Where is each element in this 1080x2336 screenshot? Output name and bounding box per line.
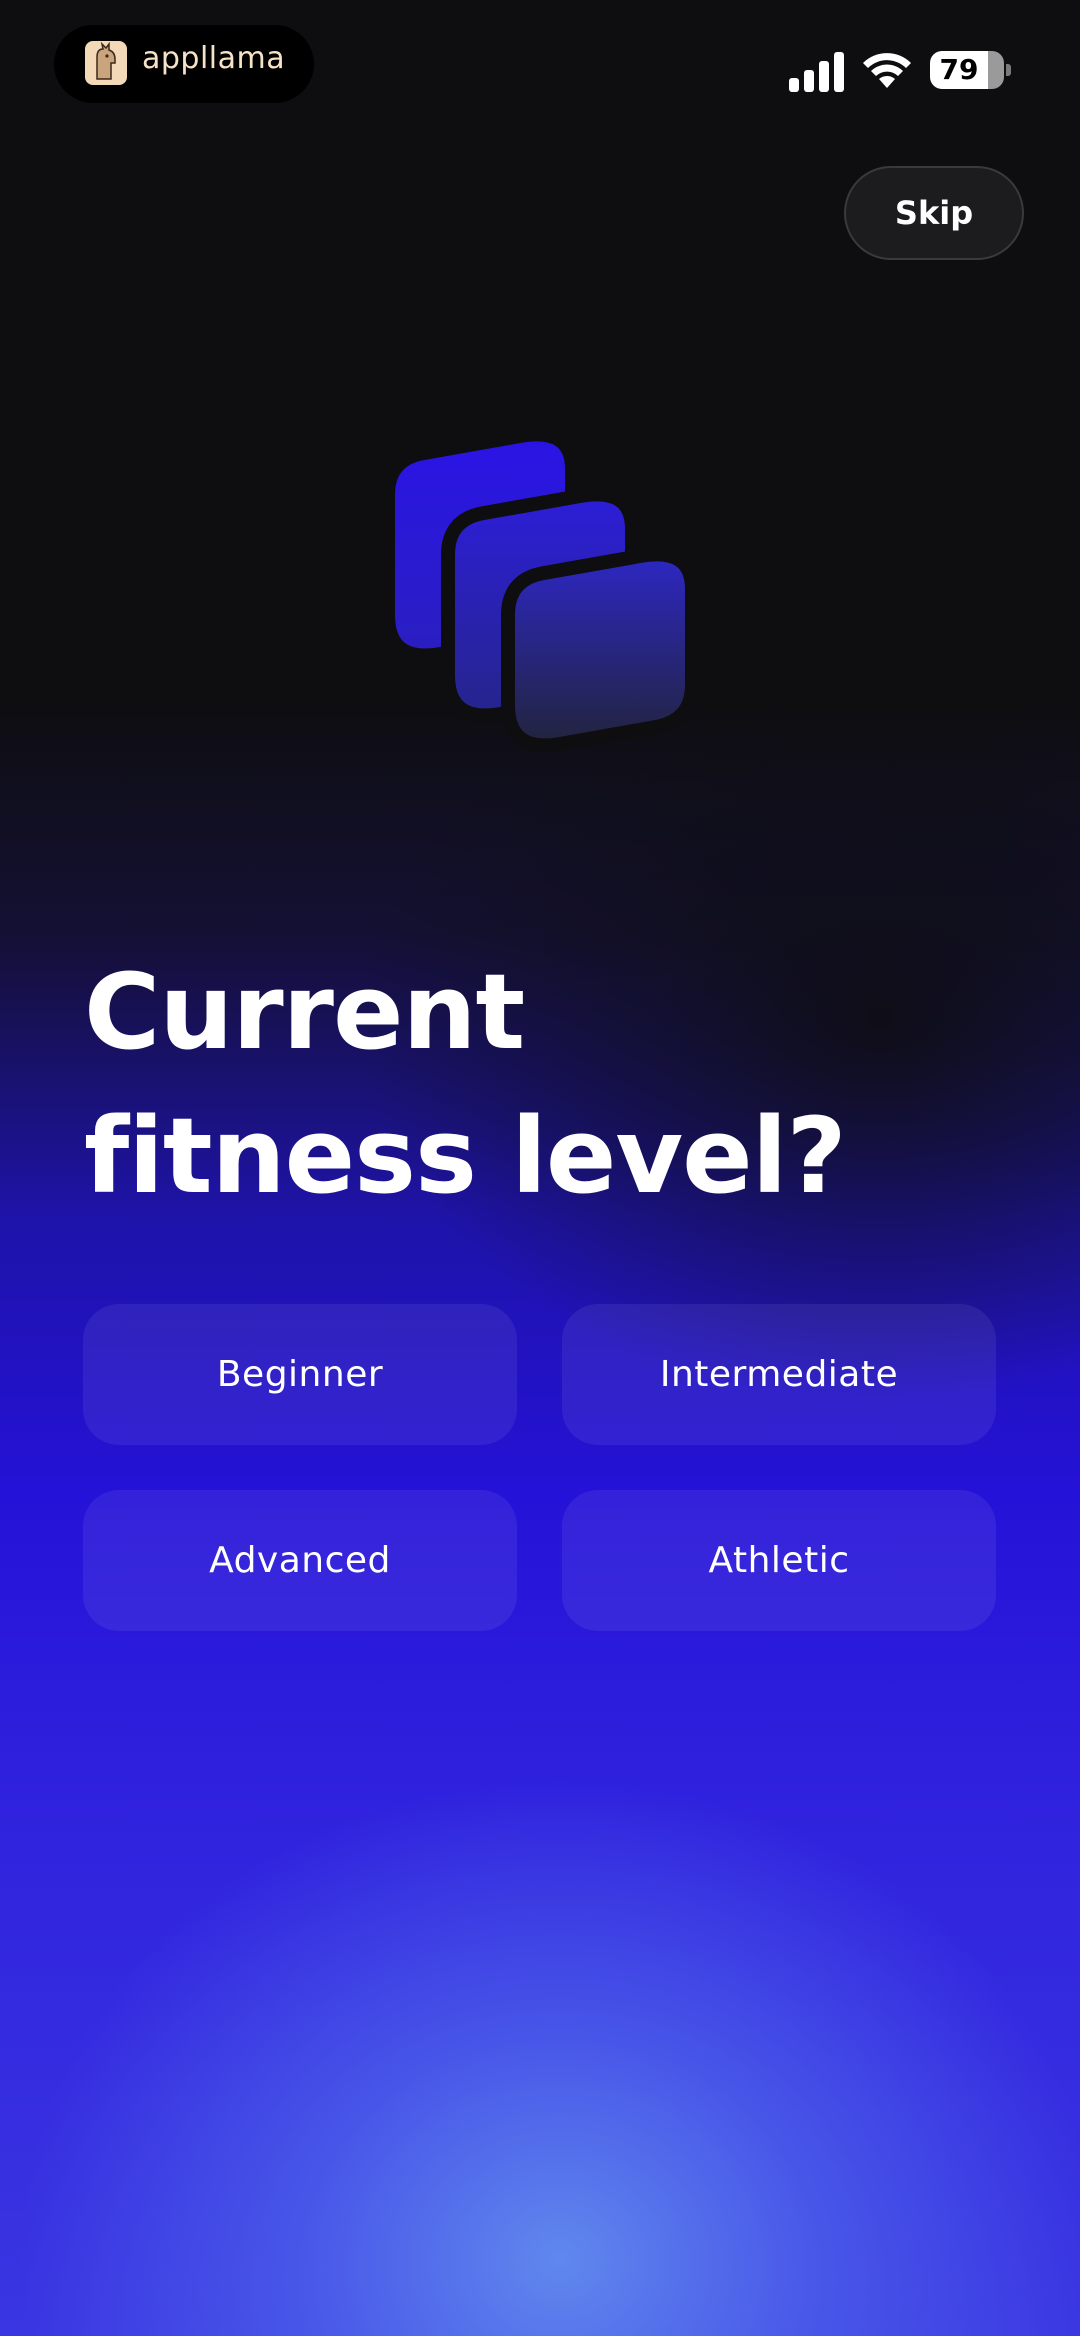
wifi-icon [863,53,911,88]
option-intermediate-button[interactable]: Intermediate [562,1304,996,1445]
brand-name: appllama [142,41,286,76]
option-athletic-button[interactable]: Athletic [562,1490,996,1631]
battery-level: 79 [939,53,979,86]
llama-logo-icon [85,41,127,85]
page-title: Current fitness level? [84,940,1004,1228]
option-beginner-button[interactable]: Beginner [83,1304,517,1445]
option-advanced-button[interactable]: Advanced [83,1490,517,1631]
stacked-cards-icon [381,427,699,753]
battery-icon: 79 [930,51,1004,89]
battery-tip [1006,64,1011,76]
cellular-signal-icon [789,52,844,92]
skip-button[interactable]: Skip [844,166,1024,260]
page-title-line-1: Current [84,951,525,1073]
brand-pill: appllama [54,25,314,103]
page-title-line-2: fitness level? [84,1095,847,1217]
